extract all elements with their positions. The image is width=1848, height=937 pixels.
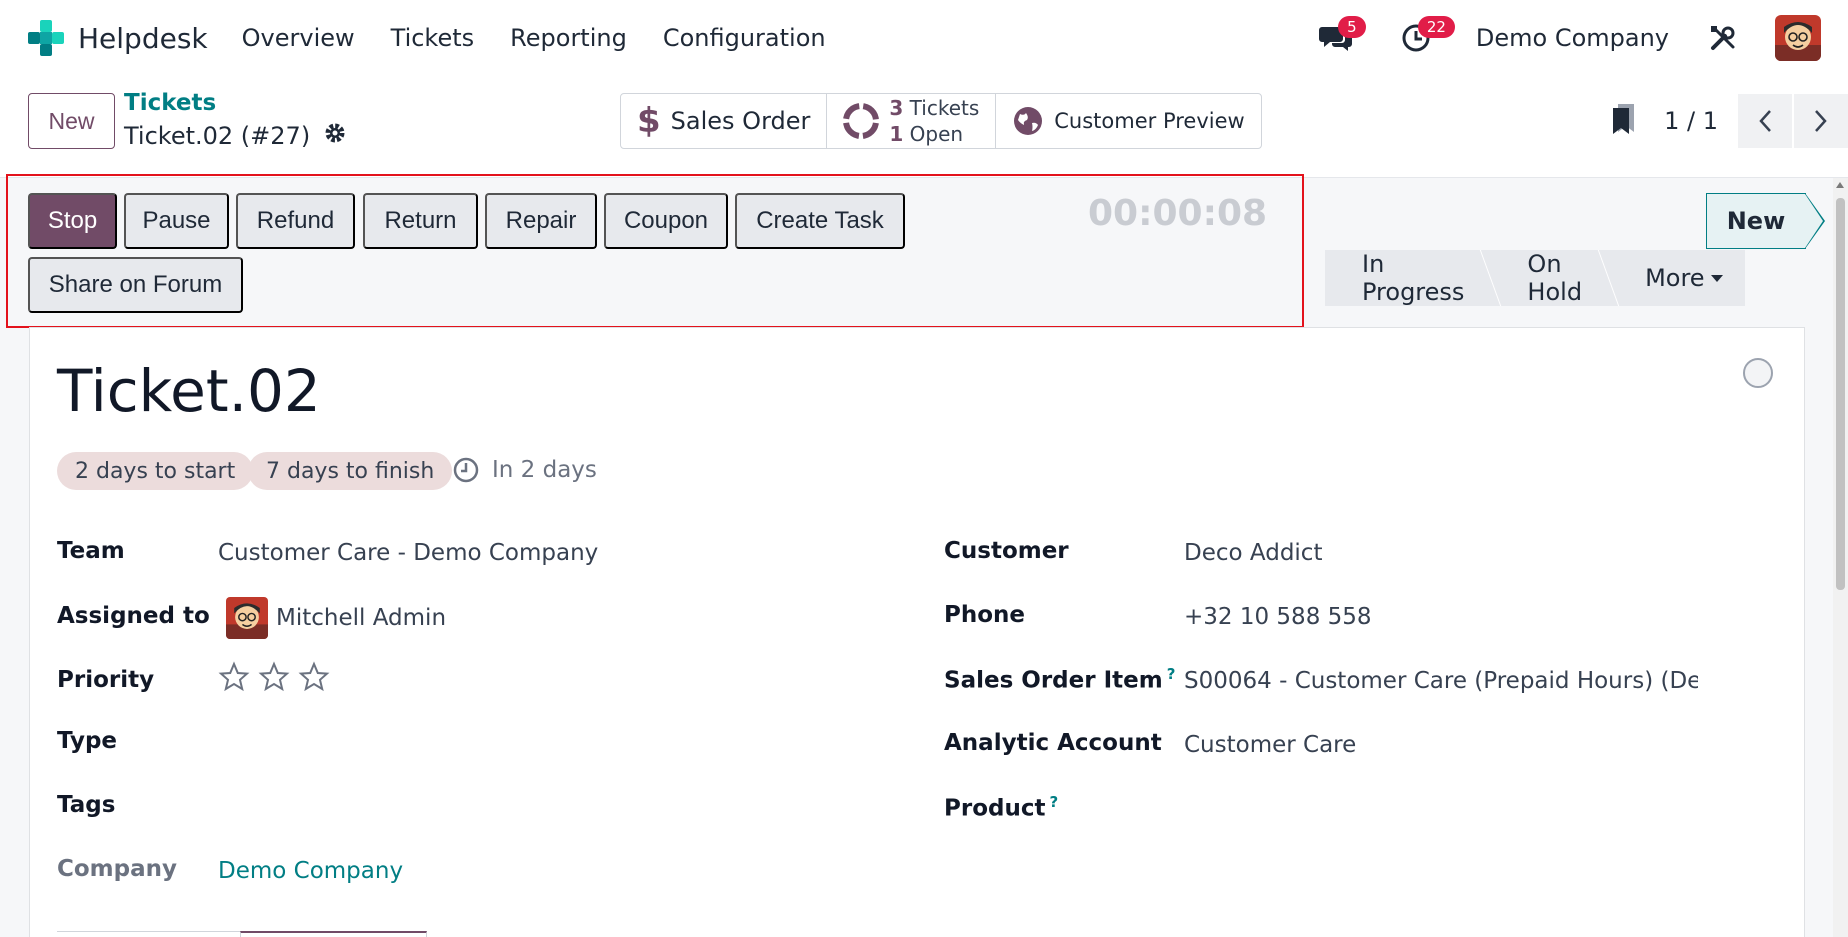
type-label: Type [57, 728, 118, 754]
tags-field[interactable] [218, 792, 818, 822]
stage-new[interactable]: New [1706, 193, 1806, 249]
sales-order-item-label: Sales Order Item? [944, 665, 1175, 694]
team-field[interactable]: Customer Care - Demo Company [218, 540, 598, 566]
highlight-box [6, 174, 1304, 328]
tools-icon [1711, 26, 1735, 50]
breadcrumb-current-label: Ticket.02 (#27) [124, 122, 311, 150]
assigned-to-label: Assigned to [57, 603, 210, 629]
caret-down-icon [1710, 274, 1723, 282]
assignee-avatar-icon [226, 597, 268, 639]
gear-icon[interactable] [324, 122, 346, 150]
new-record-button[interactable]: New [28, 93, 115, 149]
breadcrumb-parent[interactable]: Tickets [124, 90, 216, 116]
sla-badge-finish: 7 days to finish [248, 452, 453, 490]
scroll-up-icon[interactable] [1836, 182, 1844, 188]
control-panel: New Tickets Ticket.02 (#27) $ Sales Orde… [0, 76, 1848, 178]
helpdesk-logo-icon [26, 18, 66, 58]
lifebuoy-icon [843, 103, 880, 139]
sales-order-button[interactable]: $ Sales Order [621, 94, 828, 148]
product-label: Product? [944, 793, 1058, 822]
messages-badge: 5 [1337, 16, 1366, 38]
company-switcher[interactable]: Demo Company [1476, 24, 1669, 52]
assigned-to-field[interactable]: Mitchell Admin [218, 597, 446, 639]
ticket-title[interactable]: Ticket.02 [57, 357, 321, 425]
activities-button[interactable]: 22 [1396, 16, 1455, 58]
phone-label: Phone [944, 602, 1026, 628]
open-count: 1 [889, 122, 904, 146]
chevron-right-icon [1815, 110, 1827, 132]
pager-next-button[interactable] [1794, 94, 1848, 148]
tickets-stat-button[interactable]: 3 Tickets 1 Open [827, 94, 997, 148]
assignee-name: Mitchell Admin [276, 605, 447, 631]
menu-configuration[interactable]: Configuration [663, 24, 826, 52]
priority-stars [218, 661, 338, 697]
stage-on-hold[interactable]: On Hold [1491, 250, 1608, 306]
stage-more-dropdown[interactable]: More [1609, 250, 1745, 306]
scroll-thumb[interactable] [1836, 198, 1845, 590]
tickets-stat: 3 Tickets 1 Open [889, 95, 979, 147]
stage-new-arrow-fill [1805, 194, 1823, 248]
priority-star-icon[interactable] [298, 661, 330, 697]
help-tooltip-icon[interactable]: ? [1049, 793, 1058, 811]
stage-in-progress[interactable]: In Progress [1325, 250, 1490, 306]
notebook-tab-active[interactable] [240, 931, 427, 937]
sla-badge-start: 2 days to start [57, 452, 254, 490]
smart-buttons: $ Sales Order 3 Tickets 1 Open Customer … [620, 93, 1262, 149]
tickets-count: 3 [889, 96, 904, 120]
user-avatar[interactable] [1775, 15, 1821, 61]
app-brand[interactable]: Helpdesk [26, 18, 208, 58]
menu-overview[interactable]: Overview [242, 24, 355, 52]
help-tooltip-icon[interactable]: ? [1167, 665, 1176, 683]
breadcrumb-current: Ticket.02 (#27) [124, 122, 346, 150]
type-field[interactable] [218, 728, 818, 758]
dollar-icon: $ [637, 101, 661, 141]
analytic-account-field[interactable]: Customer Care [1184, 732, 1356, 758]
bookmark-icon[interactable] [1610, 102, 1638, 140]
app-name: Helpdesk [78, 21, 208, 55]
main-menu: Overview Tickets Reporting Configuration [242, 24, 862, 52]
menu-reporting[interactable]: Reporting [510, 24, 627, 52]
user-avatar-icon [1775, 15, 1821, 61]
phone-field[interactable]: +32 10 588 558 [1184, 604, 1372, 630]
sales-order-item-field[interactable]: S00064 - Customer Care (Prepaid Hours) (… [1184, 668, 1698, 694]
pager-previous-button[interactable] [1738, 94, 1792, 148]
debug-tools-button[interactable] [1703, 18, 1743, 58]
tickets-label: Tickets [909, 96, 980, 120]
open-label: Open [909, 122, 964, 146]
product-field[interactable] [1184, 793, 1684, 823]
company-field[interactable]: Demo Company [218, 858, 403, 884]
top-navbar: Helpdesk Overview Tickets Reporting Conf… [0, 0, 1848, 76]
sales-order-label: Sales Order [670, 107, 811, 135]
sla-deadline: In 2 days [452, 456, 597, 484]
form-scrollbar[interactable] [1833, 178, 1848, 937]
priority-label: Priority [57, 667, 155, 693]
tags-label: Tags [57, 792, 116, 818]
company-label: Company [57, 856, 177, 882]
record-pager: 1 / 1 [1610, 93, 1848, 149]
customer-preview-label: Customer Preview [1054, 109, 1245, 133]
analytic-account-label: Analytic Account [944, 730, 1162, 756]
activities-badge: 22 [1417, 16, 1455, 38]
menu-tickets[interactable]: Tickets [391, 24, 475, 52]
systray: 5 22 Demo Company [1316, 0, 1848, 76]
stage-row: In Progress On Hold More [1325, 250, 1745, 306]
priority-star-icon[interactable] [258, 661, 290, 697]
product-label-text: Product [944, 795, 1046, 822]
clock-icon [453, 457, 479, 483]
team-label: Team [57, 538, 125, 564]
stage-more-label: More [1645, 264, 1705, 292]
sla-deadline-label: In 2 days [492, 457, 597, 483]
chevron-left-icon [1759, 110, 1771, 132]
messages-button[interactable]: 5 [1316, 16, 1366, 58]
customer-field[interactable]: Deco Addict [1184, 540, 1322, 566]
customer-label: Customer [944, 538, 1069, 564]
kanban-state-toggle[interactable] [1743, 358, 1773, 388]
pager-value[interactable]: 1 / 1 [1664, 107, 1718, 135]
globe-icon [1014, 107, 1043, 135]
sales-order-item-label-text: Sales Order Item [944, 667, 1163, 694]
customer-preview-button[interactable]: Customer Preview [996, 94, 1260, 148]
priority-star-icon[interactable] [218, 661, 250, 697]
